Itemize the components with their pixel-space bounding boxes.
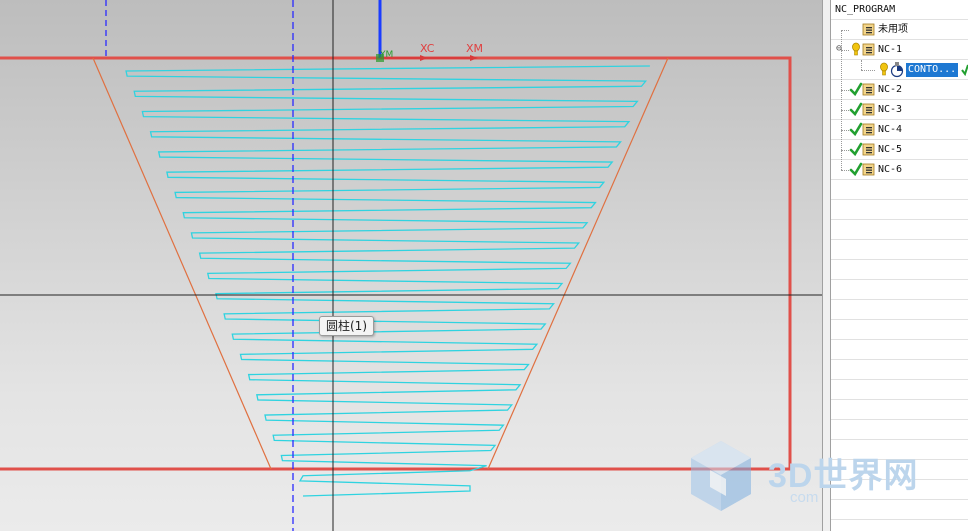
- tree-connector: [841, 170, 849, 171]
- navigator-empty-row: [831, 240, 968, 260]
- navigator-item-label: NC-5: [878, 144, 903, 155]
- navigator-empty-row: [831, 320, 968, 340]
- navigator-item-label: NC-3: [878, 104, 903, 115]
- folder-program-icon: [862, 82, 876, 99]
- folder-program-icon: [862, 22, 876, 39]
- watermark-subtext: com: [790, 489, 819, 506]
- tree-branch-line: [861, 60, 862, 70]
- navigator-empty-row: [831, 180, 968, 200]
- navigator-empty-row: [831, 300, 968, 320]
- x-axis-arrowhead: [470, 55, 478, 61]
- navigator-item-label: NC-2: [878, 84, 903, 95]
- navigator-item-nc-3[interactable]: NC-3: [831, 100, 968, 120]
- navigator-item-未用项[interactable]: 未用项: [831, 20, 968, 40]
- navigator-empty-row: [831, 200, 968, 220]
- navigator-empty-row: [831, 340, 968, 360]
- folder-program-icon: [862, 162, 876, 179]
- complete-check-icon: [849, 142, 863, 159]
- regenerate-warning-icon: [877, 62, 891, 81]
- contour-operation-icon: [890, 62, 904, 81]
- unused-placeholder-icon: [849, 22, 863, 39]
- navigator-empty-row: [831, 380, 968, 400]
- ym-axis-label: YM: [379, 50, 393, 60]
- navigator-item-label: 未用项: [878, 24, 908, 35]
- contour-toolpath: [125, 65, 650, 497]
- navigator-item-label: CONTO...: [906, 63, 959, 77]
- folder-program-icon: [862, 122, 876, 139]
- complete-check-icon: [849, 122, 863, 139]
- navigator-empty-row: [831, 280, 968, 300]
- tree-connector: [861, 70, 875, 71]
- navigator-item-nc-5[interactable]: NC-5: [831, 140, 968, 160]
- navigator-item-label: NC-4: [878, 124, 903, 135]
- tree-connector: [841, 130, 849, 131]
- tree-connector: [841, 30, 849, 31]
- tree-connector: [841, 90, 849, 91]
- status-check-icon: [961, 64, 968, 79]
- navigator-empty-row: [831, 260, 968, 280]
- navigator-empty-row: [831, 360, 968, 380]
- navigator-item-nc-1[interactable]: ⊖ NC-1: [831, 40, 968, 60]
- navigator-item-nc-2[interactable]: NC-2: [831, 80, 968, 100]
- navigator-empty-row: [831, 220, 968, 240]
- tree-trunk-line: [841, 30, 842, 170]
- navigator-root-label: NC_PROGRAM: [835, 4, 896, 15]
- folder-program-icon: [862, 42, 876, 59]
- navigator-item-nc-6[interactable]: NC-6: [831, 160, 968, 180]
- folder-program-icon: [862, 142, 876, 159]
- wcs-dashed-lines: [105, 0, 294, 531]
- xc-axis-arrowhead: [420, 55, 428, 61]
- navigator-item-label: NC-1: [878, 44, 903, 55]
- xm-axis-label: XM: [466, 42, 483, 55]
- selection-tooltip: 圆柱(1): [319, 316, 374, 336]
- xc-axis-label: XC: [420, 42, 435, 55]
- right-wall-line: [487, 57, 669, 470]
- complete-check-icon: [849, 82, 863, 99]
- tree-connector: [841, 50, 849, 51]
- regenerate-warning-icon: [849, 42, 863, 61]
- tree-connector: [841, 150, 849, 151]
- left-wall-line: [92, 57, 272, 470]
- complete-check-icon: [849, 102, 863, 119]
- navigator-item-nc-4[interactable]: NC-4: [831, 120, 968, 140]
- folder-program-icon: [862, 102, 876, 119]
- navigator-item-label: NC-6: [878, 164, 903, 175]
- complete-check-icon: [849, 162, 863, 179]
- tree-connector: [841, 110, 849, 111]
- navigator-empty-row: [831, 400, 968, 420]
- navigator-item-conto[interactable]: CONTO...: [831, 60, 968, 80]
- navigator-header-row[interactable]: NC_PROGRAM: [831, 0, 968, 20]
